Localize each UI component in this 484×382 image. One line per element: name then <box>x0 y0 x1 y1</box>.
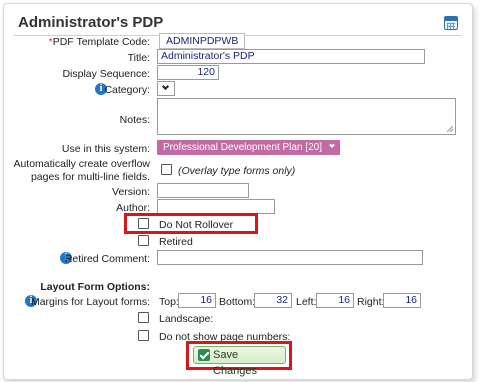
notes-label: Notes: <box>119 114 150 126</box>
pdf-template-code-value: ADMINPDPWB <box>159 33 246 49</box>
page-title: Administrator's PDP <box>18 14 164 31</box>
display-sequence-label: Display Sequence: <box>62 68 150 80</box>
landscape-checkbox[interactable] <box>138 312 149 323</box>
chevron-down-icon <box>161 82 170 91</box>
pdf-template-code-label: *PDF Template Code: <box>48 36 150 48</box>
chevron-down-icon <box>329 142 335 148</box>
margin-top-label: Top: <box>159 296 179 308</box>
category-select[interactable] <box>157 81 175 96</box>
margin-top-input[interactable]: 16 <box>178 293 216 308</box>
do-not-rollover-checkbox[interactable] <box>138 218 149 229</box>
landscape-label: Landscape: <box>159 313 214 325</box>
notes-textarea[interactable] <box>157 98 456 135</box>
retired-comment-input[interactable] <box>157 250 423 265</box>
do-not-rollover-label: Do Not Rollover <box>159 219 234 231</box>
system-select-value: Professional Development Plan [20] <box>163 142 322 153</box>
overflow-checkbox[interactable] <box>161 164 172 175</box>
margin-right-input[interactable]: 16 <box>383 293 421 308</box>
margin-bottom-input[interactable]: 32 <box>254 293 292 308</box>
hide-page-numbers-checkbox[interactable] <box>138 330 149 341</box>
use-in-system-label: Use in this system: <box>61 143 150 155</box>
layout-options-heading: Layout Form Options: <box>40 281 150 293</box>
category-label: Category: <box>104 84 150 96</box>
save-button-label: Save Changes <box>213 349 258 377</box>
overflow-label-line2: pages for multi-line fields. <box>30 171 150 183</box>
checkmark-icon <box>198 349 210 361</box>
author-input[interactable] <box>157 199 275 214</box>
resize-handle-icon[interactable] <box>447 126 453 132</box>
margin-left-input[interactable]: 16 <box>316 293 354 308</box>
calendar-grid-icon[interactable] <box>444 16 458 30</box>
title-label: Title: <box>127 52 150 64</box>
system-select[interactable]: Professional Development Plan [20] <box>157 140 340 155</box>
retired-comment-label: Retired Comment: <box>64 253 150 265</box>
save-button[interactable]: Save Changes <box>193 346 286 377</box>
display-sequence-input[interactable]: 120 <box>157 65 219 80</box>
overflow-label-line1: Automatically create overflow <box>13 158 150 170</box>
retired-label: Retired <box>159 236 193 248</box>
margin-left-label: Left: <box>296 296 317 308</box>
pdf-template-code-label-text: PDF Template Code: <box>52 36 150 48</box>
retired-checkbox[interactable] <box>138 235 149 246</box>
margin-bottom-label: Bottom: <box>219 296 256 308</box>
title-input[interactable]: Administrator's PDP <box>157 49 425 64</box>
version-label: Version: <box>112 186 150 198</box>
overflow-note: (Overlay type forms only) <box>178 165 296 177</box>
version-input[interactable] <box>157 183 249 198</box>
margins-label: Margins for Layout forms: <box>30 296 150 308</box>
margin-right-label: Right: <box>357 296 385 308</box>
